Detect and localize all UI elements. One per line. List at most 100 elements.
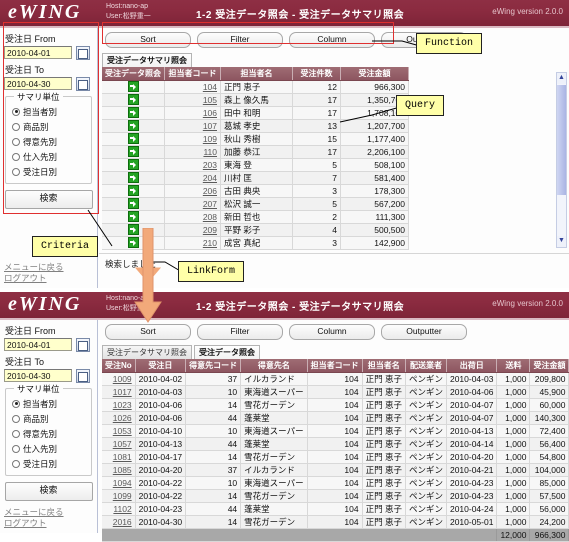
go-arrow-icon[interactable] <box>102 145 165 159</box>
radio-option-tantousha[interactable]: 担当者別 <box>12 104 87 119</box>
table-row[interactable]: 1009 2010-04-02 37 イルカランド 104 正門 恵子 ペンギン 2010-0… <box>102 372 569 386</box>
radio-option-juchubi[interactable]: 受注日別 <box>12 456 87 471</box>
tab-order-detail-inquiry[interactable]: 受注データ照会 <box>194 345 260 359</box>
go-arrow-icon[interactable] <box>102 80 165 94</box>
back-to-menu-link[interactable]: メニューに戻る <box>4 262 64 273</box>
cell-employee-code[interactable]: 203 <box>164 158 221 172</box>
cell-order-no[interactable]: 1009 <box>102 372 136 386</box>
sort-button[interactable]: Sort <box>105 32 191 48</box>
radio-icon[interactable] <box>12 122 20 131</box>
radio-icon[interactable] <box>12 444 20 453</box>
column-header[interactable]: 担当者コード <box>164 67 221 81</box>
tab-summary-inquiry[interactable]: 受注データサマリ照会 <box>102 345 192 359</box>
filter-button[interactable]: Filter <box>197 32 283 48</box>
column-header[interactable]: 配送業者 <box>405 359 447 373</box>
column-header[interactable]: 担当者名 <box>362 359 406 373</box>
cell-employee-code[interactable]: 104 <box>164 80 221 94</box>
radio-icon[interactable] <box>12 459 20 468</box>
go-arrow-icon[interactable] <box>102 171 165 185</box>
table-row[interactable]: 1094 2010-04-22 10 東海道スーパー 104 正門 恵子 ペンギン 2010-… <box>102 476 569 490</box>
cell-employee-code[interactable]: 210 <box>164 236 221 250</box>
go-arrow-icon[interactable] <box>102 93 165 107</box>
cell-order-no[interactable]: 2016 <box>102 515 136 529</box>
table-row[interactable]: 1017 2010-04-03 10 東海道スーパー 104 正門 恵子 ペンギン 2010-… <box>102 385 569 399</box>
cell-employee-code[interactable]: 105 <box>164 93 221 107</box>
cell-order-no[interactable]: 1017 <box>102 385 136 399</box>
table-row[interactable]: 206 古田 典央 3 178,300 <box>102 184 409 198</box>
outputter-button[interactable]: Outputter <box>381 324 467 340</box>
order-date-to-input[interactable]: 2010-04-30 <box>4 369 72 382</box>
column-header[interactable]: 得意先名 <box>240 359 308 373</box>
column-header[interactable]: 受注No <box>102 359 136 373</box>
column-header[interactable]: 受注日 <box>135 359 187 373</box>
go-arrow-icon[interactable] <box>102 106 165 120</box>
cell-employee-code[interactable]: 206 <box>164 184 221 198</box>
table-row[interactable]: 107 葛城 孝史 13 1,207,700 <box>102 119 409 133</box>
cell-employee-code[interactable]: 208 <box>164 210 221 224</box>
cell-employee-code[interactable]: 107 <box>164 119 221 133</box>
order-date-from-input[interactable]: 2010-04-01 <box>4 46 72 59</box>
table-row[interactable]: 1057 2010-04-13 44 蓬莱堂 104 正門 恵子 ペンギン 2010-04-1… <box>102 437 569 451</box>
cell-employee-code[interactable]: 106 <box>164 106 221 120</box>
table-row[interactable]: 104 正門 恵子 12 966,300 <box>102 80 409 94</box>
go-arrow-icon[interactable] <box>102 158 165 172</box>
radio-icon[interactable] <box>12 429 20 438</box>
radio-option-shouhin[interactable]: 商品別 <box>12 411 87 426</box>
column-button[interactable]: Column <box>289 324 375 340</box>
table-row[interactable]: 207 松沢 誠一 5 567,200 <box>102 197 409 211</box>
cell-employee-code[interactable]: 204 <box>164 171 221 185</box>
tab-summary-inquiry[interactable]: 受注データサマリ照会 <box>102 53 192 67</box>
table-row[interactable]: 1053 2010-04-10 10 東海道スーパー 104 正門 恵子 ペンギン 2010-… <box>102 424 569 438</box>
search-button[interactable]: 検索 <box>4 482 93 501</box>
table-row[interactable]: 106 田中 和明 17 1,708,100 <box>102 106 409 120</box>
cell-order-no[interactable]: 1023 <box>102 398 136 412</box>
table-row[interactable]: 1102 2010-04-23 44 蓬莱堂 104 正門 恵子 ペンギン 2010-04-2… <box>102 502 569 516</box>
cell-order-no[interactable]: 1026 <box>102 411 136 425</box>
column-header[interactable]: 受注金額 <box>340 67 409 81</box>
order-date-to-field[interactable]: 2010-04-30 <box>4 77 93 92</box>
cell-order-no[interactable]: 1085 <box>102 463 136 477</box>
radio-option-tokuisaki[interactable]: 得意先別 <box>12 134 87 149</box>
vertical-scrollbar[interactable]: ▲ ▼ <box>556 72 567 248</box>
go-arrow-icon[interactable] <box>102 197 165 211</box>
order-date-from-field[interactable]: 2010-04-01 <box>4 46 93 61</box>
column-header[interactable]: 送料 <box>496 359 531 373</box>
cell-employee-code[interactable]: 110 <box>164 145 221 159</box>
table-row[interactable]: 1081 2010-04-17 14 雪花ガーデン 104 正門 恵子 ペンギン 2010-0… <box>102 450 569 464</box>
go-arrow-icon[interactable] <box>102 210 165 224</box>
order-date-from-input[interactable]: 2010-04-01 <box>4 338 72 351</box>
scroll-down-icon[interactable]: ▼ <box>557 236 566 247</box>
calendar-icon[interactable] <box>76 77 90 91</box>
table-row[interactable]: 109 秋山 秀樹 15 1,177,400 <box>102 132 409 146</box>
column-button[interactable]: Column <box>289 32 375 48</box>
radio-option-shiiresaki[interactable]: 仕入先別 <box>12 441 87 456</box>
radio-icon[interactable] <box>12 167 20 176</box>
logout-link[interactable]: ログアウト <box>4 273 64 284</box>
go-arrow-icon[interactable] <box>102 119 165 133</box>
radio-icon[interactable] <box>12 152 20 161</box>
logout-link[interactable]: ログアウト <box>4 518 64 529</box>
cell-order-no[interactable]: 1057 <box>102 437 136 451</box>
table-row[interactable]: 1099 2010-04-22 14 雪花ガーデン 104 正門 恵子 ペンギン 2010-0… <box>102 489 569 503</box>
column-header[interactable]: 受注件数 <box>292 67 341 81</box>
radio-option-tantousha[interactable]: 担当者別 <box>12 396 87 411</box>
cell-employee-code[interactable]: 209 <box>164 223 221 237</box>
table-row[interactable]: 208 新田 哲也 2 111,300 <box>102 210 409 224</box>
search-button[interactable]: 検索 <box>4 190 93 209</box>
cell-order-no[interactable]: 1053 <box>102 424 136 438</box>
cell-employee-code[interactable]: 207 <box>164 197 221 211</box>
column-header[interactable]: 得意先コード <box>185 359 242 373</box>
cell-order-no[interactable]: 1081 <box>102 450 136 464</box>
column-header[interactable]: 受注データ照会 <box>102 67 165 81</box>
filter-button[interactable]: Filter <box>197 324 283 340</box>
order-date-from-field[interactable]: 2010-04-01 <box>4 338 93 353</box>
column-header[interactable]: 担当者名 <box>220 67 293 81</box>
back-to-menu-link[interactable]: メニューに戻る <box>4 507 64 518</box>
cell-employee-code[interactable]: 109 <box>164 132 221 146</box>
table-row[interactable]: 105 森上 像久馬 17 1,350,700 <box>102 93 409 107</box>
calendar-icon[interactable] <box>76 338 90 352</box>
sort-button[interactable]: Sort <box>105 324 191 340</box>
table-row[interactable]: 2016 2010-04-30 14 雪花ガーデン 104 正門 恵子 ペンギン 2010-0… <box>102 515 569 529</box>
radio-icon[interactable] <box>12 107 20 116</box>
radio-option-shouhin[interactable]: 商品別 <box>12 119 87 134</box>
